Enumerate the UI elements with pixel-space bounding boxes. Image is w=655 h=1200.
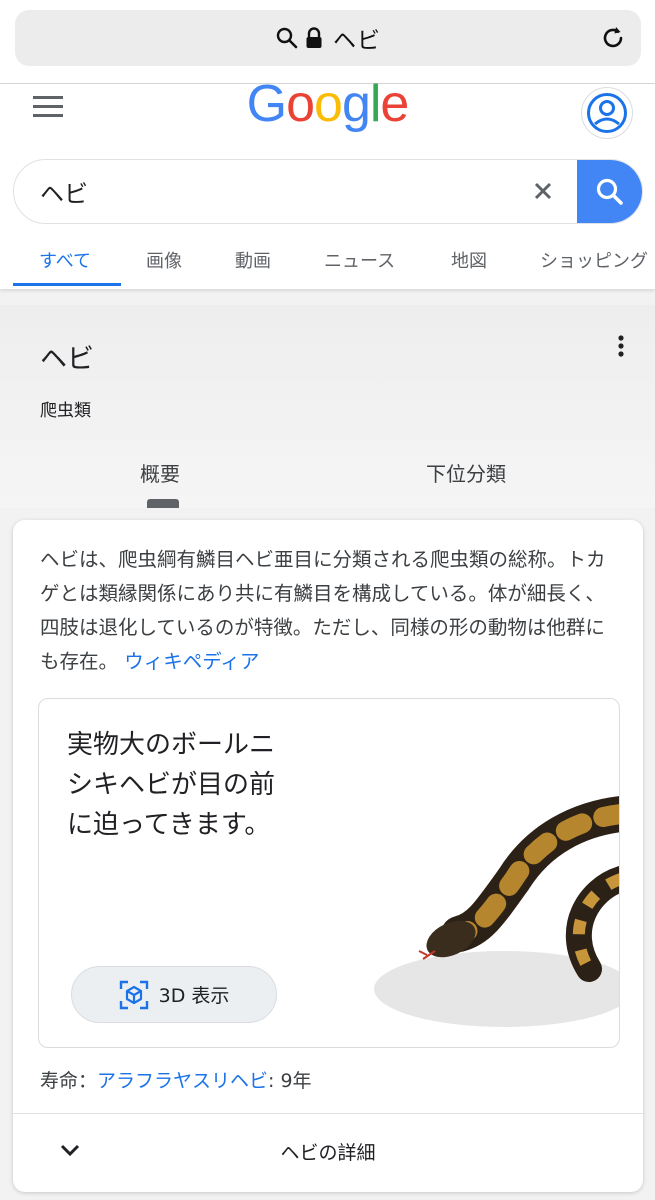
logo-letter: g xyxy=(341,75,371,133)
logo-letter: o xyxy=(314,75,343,133)
search-input[interactable] xyxy=(40,160,520,223)
search-tabs: すべて 画像 動画 ニュース 地図 ショッピング xyxy=(0,241,655,288)
lifespan-value: : 9年 xyxy=(268,1070,312,1092)
search-icon xyxy=(276,27,298,49)
address-bar[interactable]: ヘビ xyxy=(15,10,641,66)
tab-maps[interactable]: 地図 xyxy=(451,247,487,273)
logo-letter: e xyxy=(380,75,409,133)
kp-tab-overview[interactable]: 概要 xyxy=(140,458,180,487)
tab-all[interactable]: すべて xyxy=(39,247,91,273)
google-logo[interactable]: Google xyxy=(0,78,655,130)
browser-toolbar: ヘビ xyxy=(0,0,655,84)
lifespan-link[interactable]: アラフラヤスリヘビ xyxy=(97,1070,268,1092)
ar-card-text: 実物大のボールニシキヘビが目の前に迫ってきます。 xyxy=(67,730,276,840)
logo-letter: G xyxy=(246,75,287,133)
expand-details-label: ヘビの詳細 xyxy=(280,1142,376,1164)
lock-icon xyxy=(306,27,322,48)
entity-title: ヘビ xyxy=(40,344,94,375)
knowledge-panel-header xyxy=(0,305,655,508)
search-button[interactable] xyxy=(577,160,642,223)
kp-tab-subtaxa[interactable]: 下位分類 xyxy=(426,458,506,487)
address-content: ヘビ xyxy=(15,10,641,66)
wikipedia-link[interactable]: ウィキペディア xyxy=(124,650,259,673)
search-box xyxy=(13,159,643,224)
view-in-3d-button[interactable]: 3D 表示 xyxy=(71,966,277,1023)
tab-videos[interactable]: 動画 xyxy=(235,247,271,273)
reload-icon[interactable] xyxy=(599,24,627,52)
entity-subtitle: 爬虫類 xyxy=(40,401,91,421)
cube-3d-icon xyxy=(119,980,148,1009)
account-icon xyxy=(587,93,627,133)
more-options-icon[interactable] xyxy=(612,333,630,359)
kp-active-tab-indicator xyxy=(147,499,179,508)
account-button[interactable] xyxy=(581,87,633,139)
entity-description: ヘビは、爬虫綱有鱗目ヘビ亜目に分類される爬虫類の総称。トカゲとは類縁関係にあり共… xyxy=(40,543,615,679)
ar-view-card[interactable]: 実物大のボールニシキヘビが目の前に迫ってきます。 3D 表示 xyxy=(38,698,620,1048)
tab-news[interactable]: ニュース xyxy=(324,247,395,273)
url-text: ヘビ xyxy=(333,28,381,54)
tab-shopping[interactable]: ショッピング xyxy=(540,247,648,273)
search-icon xyxy=(596,178,623,205)
view-in-3d-label: 3D 表示 xyxy=(158,985,230,1007)
lifespan-fact: 寿命：アラフラヤスリヘビ: 9年 xyxy=(40,1066,312,1093)
expand-details-row[interactable]: ヘビの詳細 xyxy=(13,1114,643,1190)
tab-images[interactable]: 画像 xyxy=(146,247,182,273)
active-tab-indicator xyxy=(13,283,121,286)
logo-letter: l xyxy=(369,75,382,133)
logo-letter: o xyxy=(286,75,315,133)
clear-icon[interactable] xyxy=(529,177,557,205)
lifespan-label: 寿命： xyxy=(40,1070,98,1092)
ball-python-image xyxy=(374,796,619,1027)
